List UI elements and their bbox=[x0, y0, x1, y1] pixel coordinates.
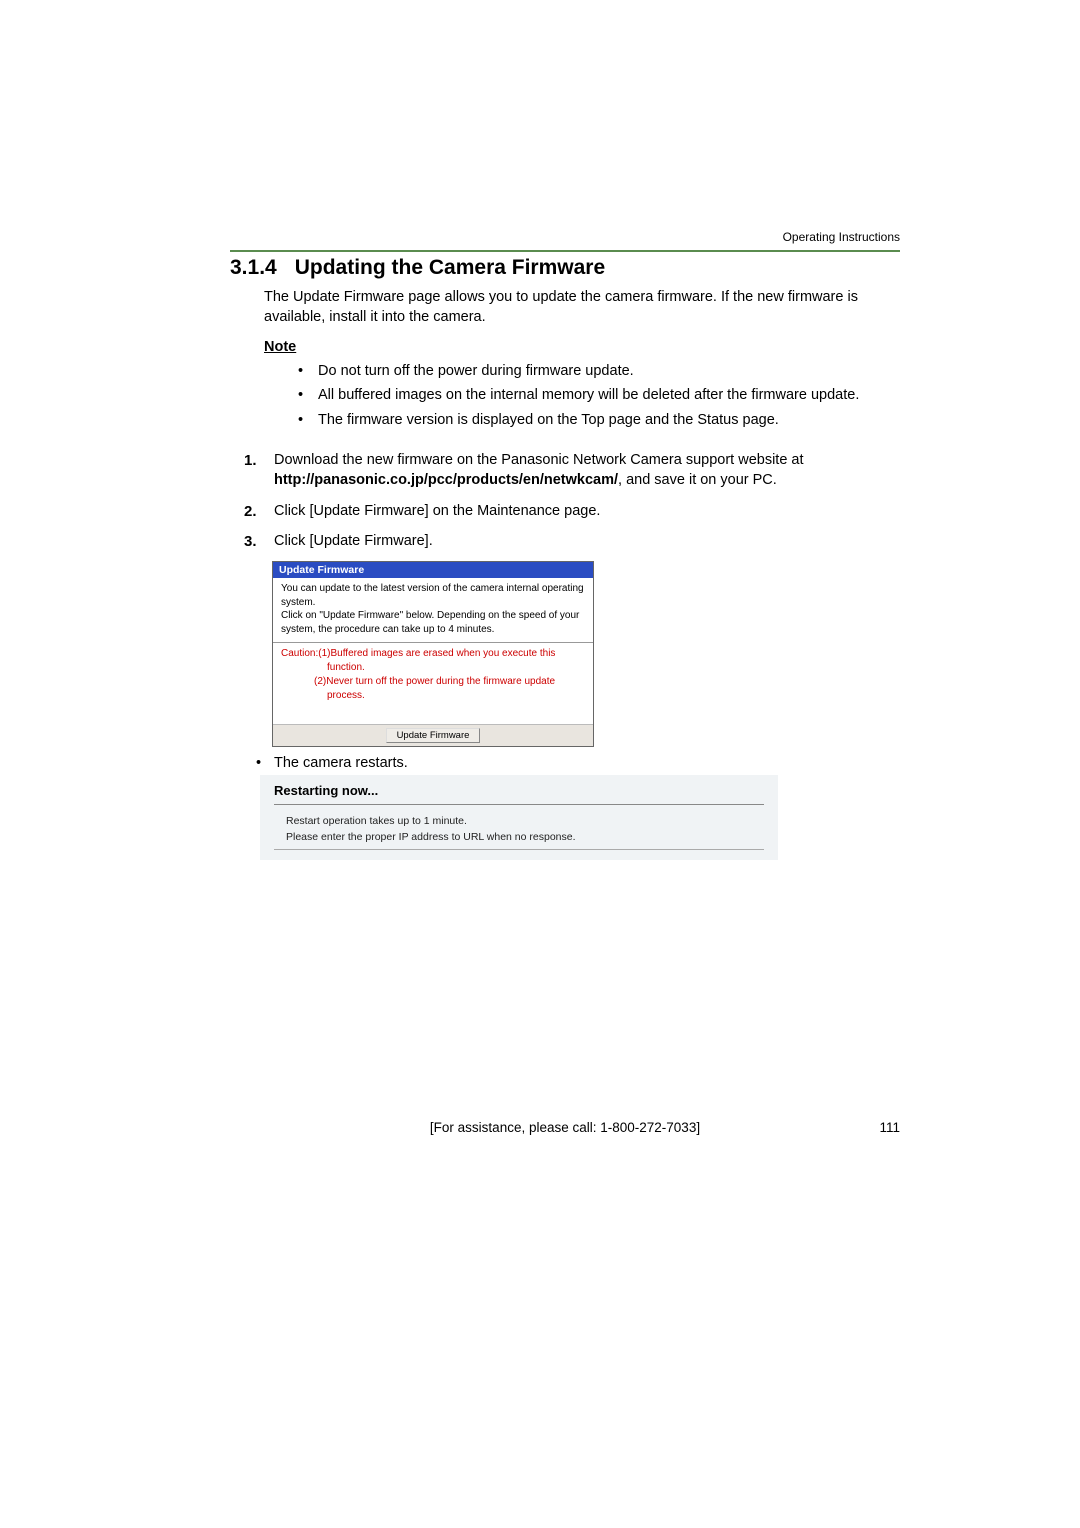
step-number: 2 bbox=[244, 501, 257, 522]
step-number: 1 bbox=[244, 450, 257, 471]
step-text: , and save it on your PC. bbox=[618, 472, 777, 488]
update-firmware-button[interactable]: Update Firmware bbox=[386, 728, 481, 743]
panel-button-row: Update Firmware bbox=[273, 724, 593, 746]
panel-title: Update Firmware bbox=[273, 562, 593, 578]
document-page: Operating Instructions 3.1.4 Updating the… bbox=[0, 0, 1080, 1195]
restarting-rule bbox=[274, 804, 764, 805]
page-footer: [For assistance, please call: 1-800-272-… bbox=[230, 1120, 900, 1135]
note-list: Do not turn off the power during firmwar… bbox=[264, 361, 900, 430]
step-text: Click [Update Firmware]. bbox=[274, 533, 433, 549]
section-number: 3.1.4 bbox=[230, 256, 277, 279]
restarting-panel: Restarting now... Restart operation take… bbox=[260, 775, 778, 860]
step-url: http://panasonic.co.jp/pcc/products/en/n… bbox=[274, 472, 618, 488]
page-number: 111 bbox=[879, 1120, 900, 1135]
restart-bullet: The camera restarts. bbox=[244, 755, 900, 771]
section-title-text: Updating the Camera Firmware bbox=[295, 256, 605, 279]
panel-body: You can update to the latest version of … bbox=[273, 578, 593, 638]
step-3: 3 Click [Update Firmware]. bbox=[244, 531, 900, 551]
step-list: 1 Download the new firmware on the Panas… bbox=[244, 450, 900, 551]
update-firmware-panel: Update Firmware You can update to the la… bbox=[272, 561, 594, 747]
caution-line-2: (2)Never turn off the power during the f… bbox=[281, 675, 585, 702]
footer-assist: [For assistance, please call: 1-800-272-… bbox=[430, 1120, 700, 1135]
caution-line-1: Caution:(1)Buffered images are erased wh… bbox=[281, 647, 585, 674]
step-text: Download the new firmware on the Panason… bbox=[274, 452, 804, 468]
note-heading: Note bbox=[264, 339, 900, 355]
step-1: 1 Download the new firmware on the Panas… bbox=[244, 450, 900, 491]
step-number: 3 bbox=[244, 531, 257, 552]
step-2: 2 Click [Update Firmware] on the Mainten… bbox=[244, 501, 900, 521]
header-rule bbox=[230, 250, 900, 252]
spacer bbox=[273, 706, 593, 724]
restarting-line-1: Restart operation takes up to 1 minute. bbox=[286, 815, 764, 827]
restarting-line-2: Please enter the proper IP address to UR… bbox=[286, 831, 764, 843]
panel-caution: Caution:(1)Buffered images are erased wh… bbox=[273, 647, 593, 706]
panel-divider bbox=[273, 642, 593, 643]
step-text: Click [Update Firmware] on the Maintenan… bbox=[274, 503, 600, 519]
restarting-title: Restarting now... bbox=[274, 783, 764, 798]
section-heading: 3.1.4 Updating the Camera Firmware bbox=[230, 256, 900, 280]
note-item: The firmware version is displayed on the… bbox=[264, 410, 900, 430]
running-header: Operating Instructions bbox=[230, 230, 900, 244]
restarting-rule-2 bbox=[274, 849, 764, 850]
note-item: All buffered images on the internal memo… bbox=[264, 385, 900, 405]
section-intro: The Update Firmware page allows you to u… bbox=[264, 288, 900, 327]
note-item: Do not turn off the power during firmwar… bbox=[264, 361, 900, 381]
